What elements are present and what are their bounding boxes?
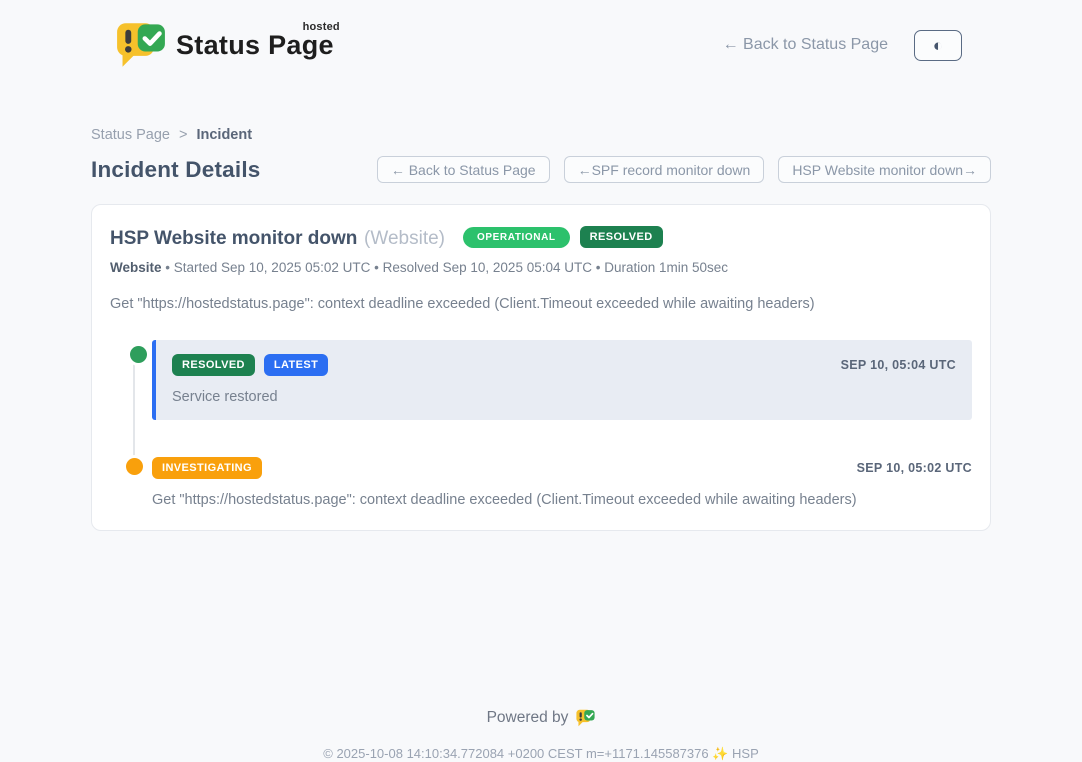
brand-logo-link[interactable]: Status Page hosted [116,22,334,68]
incident-timeline: RESOLVED LATEST SEP 10, 05:04 UTC Servic… [110,340,972,508]
breadcrumb-separator: > [179,127,187,143]
timeline-dot-green [130,346,147,363]
copyright-text: © 2025-10-08 14:10:34.772084 +0200 CEST … [0,746,1082,762]
incident-card-header: HSP Website monitor down (Website) OPERA… [110,223,972,251]
back-to-status-page-button[interactable]: ← Back to Status Page [377,156,550,183]
footer: Powered by © 2025-10-08 14:10:34.772084 … [0,709,1082,762]
brand-name: Status Page hosted [176,30,334,61]
next-incident-button[interactable]: HSP Website monitor down→ [778,156,991,183]
timeline-message: Service restored [172,389,956,405]
timeline-dot-orange [126,458,143,475]
brand-hosted-label: hosted [303,21,340,33]
incident-component: (Website) [364,228,445,249]
timeline-entry-header: RESOLVED LATEST SEP 10, 05:04 UTC [172,354,956,376]
timeline-timestamp: SEP 10, 05:02 UTC [857,461,972,475]
incident-meta-component: Website [110,260,162,275]
previous-incident-button[interactable]: ←SPF record monitor down [564,156,765,183]
breadcrumb-incident: Incident [196,127,252,143]
incident-nav-buttons: ← Back to Status Page ←SPF record monito… [377,156,991,183]
resolved-badge: RESOLVED [172,354,255,376]
main-content: Status Page > Incident Incident Details … [91,127,991,531]
incident-description: Get "https://hostedstatus.page": context… [110,296,972,312]
timeline-timestamp: SEP 10, 05:04 UTC [841,358,956,372]
timeline-entry-investigating: INVESTIGATING SEP 10, 05:02 UTC Get "htt… [152,457,972,508]
breadcrumb: Status Page > Incident [91,127,991,143]
investigating-badge: INVESTIGATING [152,457,262,479]
statuspage-logo-icon-small [576,709,595,727]
title-row: Incident Details ← Back to Status Page ←… [91,156,991,183]
statuspage-logo-icon [116,22,166,68]
contrast-half-circle-icon: ◐ [933,37,943,54]
breadcrumb-status-page[interactable]: Status Page [91,127,170,143]
latest-badge: LATEST [264,354,328,376]
theme-toggle-button[interactable]: ◐ [914,30,962,61]
header: Status Page hosted ← Back to Status Page… [0,0,1082,76]
resolved-state-badge: RESOLVED [580,226,663,248]
incident-card: HSP Website monitor down (Website) OPERA… [91,204,991,531]
timeline-entry-header: INVESTIGATING SEP 10, 05:02 UTC [152,457,972,479]
operational-status-badge: OPERATIONAL [463,227,570,248]
incident-meta-details: • Started Sep 10, 2025 05:02 UTC • Resol… [162,260,729,275]
page-title: Incident Details [91,157,261,183]
incident-title: HSP Website monitor down [110,228,357,249]
timeline-entry-resolved: RESOLVED LATEST SEP 10, 05:04 UTC Servic… [152,340,972,420]
timeline-message: Get "https://hostedstatus.page": context… [152,492,972,508]
powered-by-label: Powered by [487,709,569,727]
back-to-status-page-link[interactable]: ← Back to Status Page [723,36,888,54]
powered-by: Powered by [0,709,1082,727]
incident-meta: Website • Started Sep 10, 2025 05:02 UTC… [110,260,972,275]
